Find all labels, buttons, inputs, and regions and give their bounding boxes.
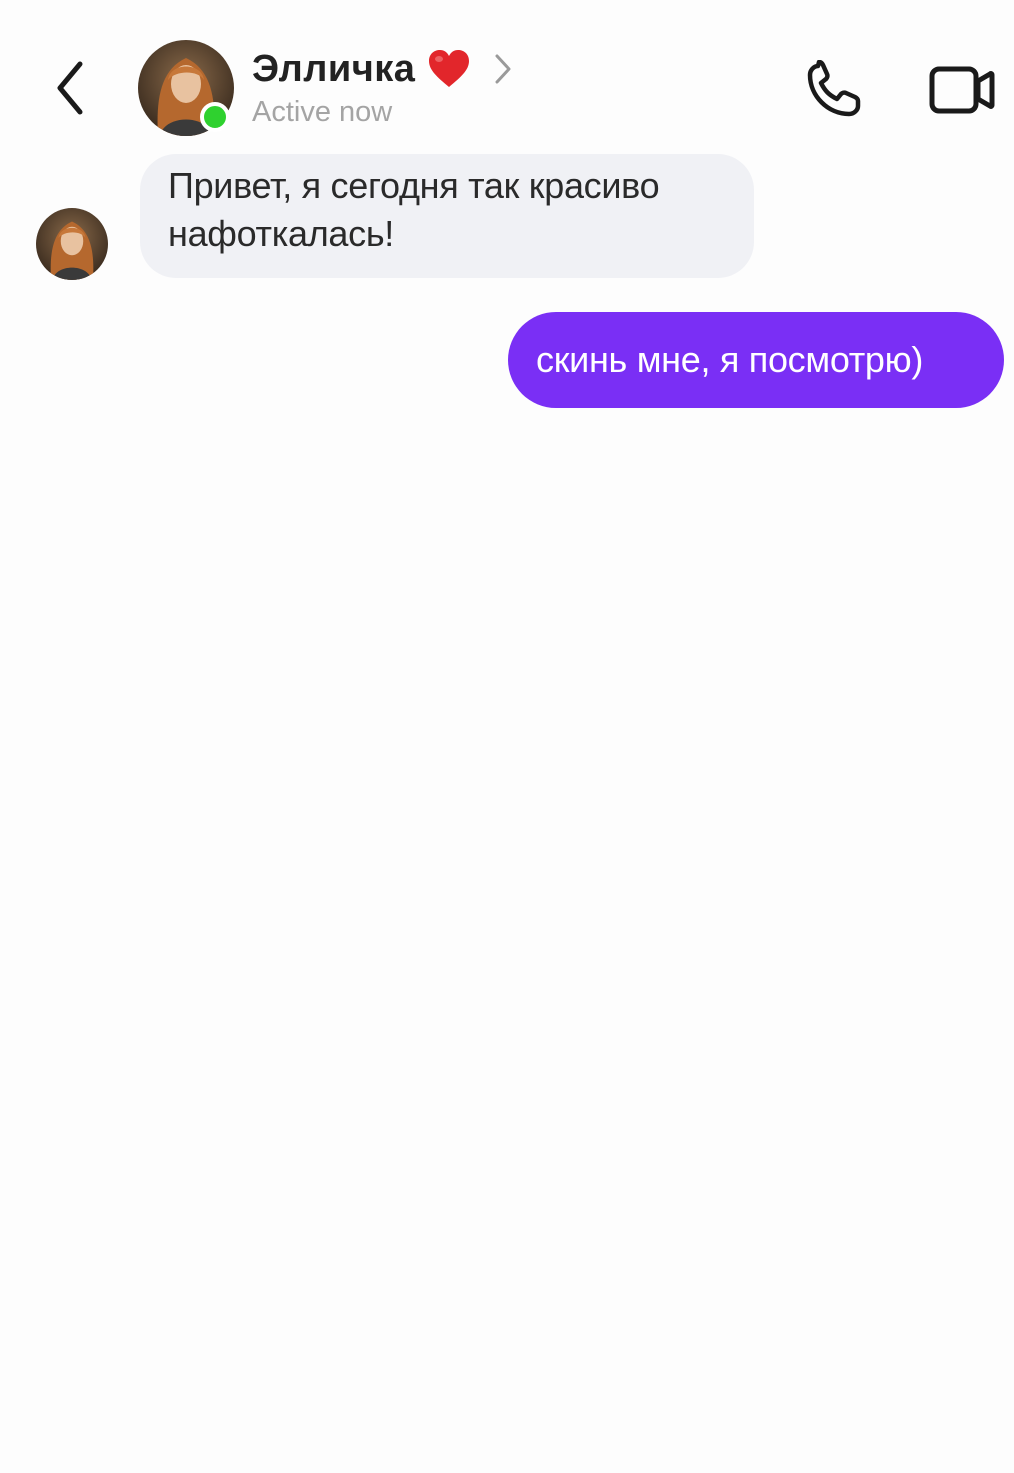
incoming-message[interactable]: Привет, я сегодня так красиво нафоткалас…: [140, 154, 754, 278]
phone-icon: [807, 60, 861, 117]
chat-header: Элличка Active now: [0, 0, 1014, 150]
chevron-left-icon: [57, 61, 83, 115]
chevron-right-icon: [493, 52, 513, 86]
sender-avatar[interactable]: [36, 208, 108, 280]
call-button[interactable]: [800, 56, 868, 124]
contact-name: Элличка: [252, 47, 416, 90]
heart-icon: [427, 49, 471, 89]
contact-name-link[interactable]: Элличка: [252, 44, 513, 94]
back-button[interactable]: [40, 52, 100, 124]
status-text: Active now: [252, 96, 393, 128]
video-camera-icon: [929, 66, 995, 114]
outgoing-message[interactable]: скинь мне, я посмотрю): [508, 312, 1004, 408]
video-call-button[interactable]: [926, 58, 998, 122]
online-indicator: [200, 102, 230, 132]
